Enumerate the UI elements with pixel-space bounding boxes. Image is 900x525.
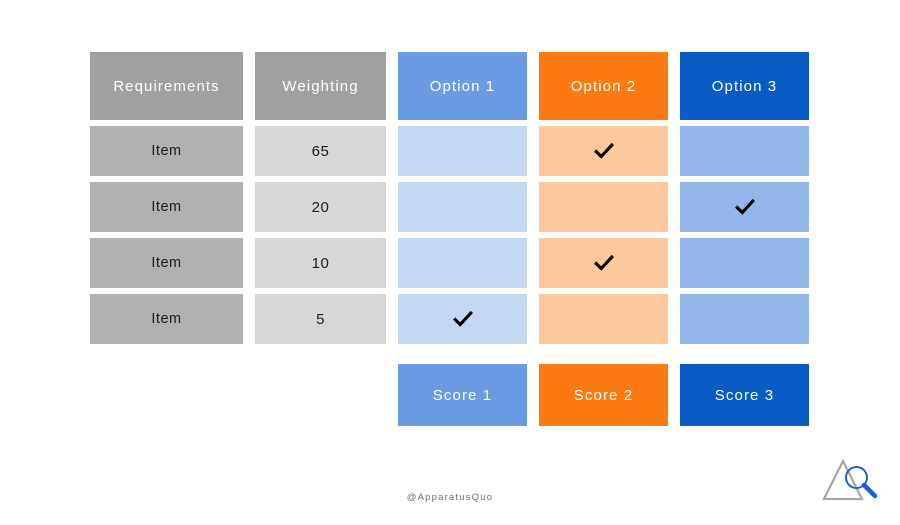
option-3-cell[interactable] (680, 126, 809, 176)
header-option-3-label: Option 3 (711, 77, 778, 95)
header-option-2-label: Option 2 (570, 77, 637, 95)
requirement-cell: Item (90, 126, 243, 176)
header-option-3: Option 3 (680, 52, 809, 120)
option-2-cell[interactable] (539, 238, 668, 288)
header-option-1-label: Option 1 (429, 77, 496, 95)
option-1-cell[interactable] (398, 182, 527, 232)
apparatus-quo-logo (817, 455, 883, 507)
score-cell-option-3: Score 3 (680, 364, 809, 426)
option-3-cell[interactable] (680, 182, 809, 232)
header-weighting: Weighting (255, 52, 386, 120)
option-1-cell[interactable] (398, 126, 527, 176)
table-header-row: Requirements Weighting Option 1 Option 2… (90, 52, 811, 120)
header-option-2: Option 2 (539, 52, 668, 120)
watermark-handle: @ApparatusQuo (406, 492, 494, 503)
header-weighting-label: Weighting (282, 77, 359, 95)
weighting-cell: 5 (255, 294, 386, 344)
option-1-cell[interactable] (398, 238, 527, 288)
table-row: Item 65 (90, 126, 811, 176)
option-3-cell[interactable] (680, 294, 809, 344)
decision-matrix-table: Requirements Weighting Option 1 Option 2… (90, 52, 811, 426)
requirement-cell: Item (90, 182, 243, 232)
header-requirements: Requirements (90, 52, 243, 120)
checkmark-icon (734, 196, 756, 218)
option-2-cell[interactable] (539, 126, 668, 176)
checkmark-icon (452, 308, 474, 330)
score-cell-option-1: Score 1 (398, 364, 527, 426)
table-row: Item 10 (90, 238, 811, 288)
slide-canvas: Requirements Weighting Option 1 Option 2… (0, 0, 900, 525)
header-option-1: Option 1 (398, 52, 527, 120)
option-2-cell[interactable] (539, 294, 668, 344)
score-cell-option-2: Score 2 (539, 364, 668, 426)
requirement-cell: Item (90, 294, 243, 344)
score-1-label: Score 1 (432, 386, 493, 404)
weighting-cell: 20 (255, 182, 386, 232)
score-3-label: Score 3 (714, 386, 775, 404)
table-row: Item 20 (90, 182, 811, 232)
weighting-cell: 10 (255, 238, 386, 288)
requirement-cell: Item (90, 238, 243, 288)
weighting-cell: 65 (255, 126, 386, 176)
score-row: Score 1 Score 2 Score 3 (90, 364, 811, 426)
checkmark-icon (593, 140, 615, 162)
score-row-spacer (90, 364, 386, 426)
option-2-cell[interactable] (539, 182, 668, 232)
option-3-cell[interactable] (680, 238, 809, 288)
header-requirements-label: Requirements (113, 77, 220, 95)
option-1-cell[interactable] (398, 294, 527, 344)
table-row: Item 5 (90, 294, 811, 344)
score-2-label: Score 2 (573, 386, 634, 404)
checkmark-icon (593, 252, 615, 274)
